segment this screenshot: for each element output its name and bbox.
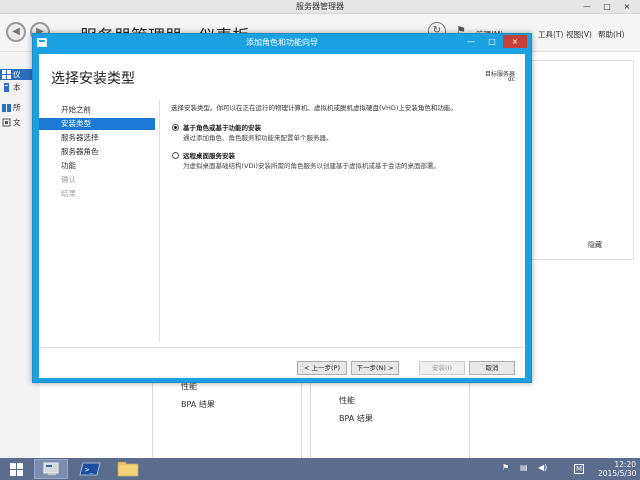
windows-logo-icon: [10, 463, 16, 469]
wizard-title: 添加角色和功能向导: [246, 38, 318, 47]
tile-performance[interactable]: 性能: [339, 395, 355, 406]
tile-bpa-results[interactable]: BPA 结果: [339, 413, 373, 424]
taskbar-clock[interactable]: 12:20 2015/5/30: [598, 460, 640, 478]
menu-view[interactable]: 视图(V): [566, 29, 592, 40]
sidebar-item-label: 本: [13, 83, 21, 92]
ime-icon[interactable]: M: [574, 464, 585, 474]
cancel-button[interactable]: 取消: [469, 361, 515, 375]
role-based-radio[interactable]: [172, 124, 179, 131]
wizard-titlebar: 添加角色和功能向导 — □ ×: [33, 34, 531, 52]
step-confirmation: 确认: [61, 175, 76, 184]
windows-logo-tile: [17, 470, 23, 476]
sidebar-item-label: 仪: [13, 70, 21, 79]
step-server-selection[interactable]: 服务器选择: [39, 132, 155, 144]
back-button[interactable]: ◀: [6, 22, 26, 42]
footer-divider: [39, 347, 525, 348]
sidebar-item-label: 所: [13, 103, 21, 112]
sidebar-item-label: 文: [13, 118, 21, 127]
close-icon[interactable]: ×: [503, 35, 527, 48]
previous-button[interactable]: < 上一步(P): [297, 361, 347, 375]
dashboard-icon: [2, 70, 11, 79]
close-icon[interactable]: ×: [618, 0, 636, 13]
menu-help[interactable]: 帮助(H): [598, 29, 625, 40]
add-roles-wizard-dialog: 添加角色和功能向导 — □ × 选择安装类型 目标服务器 dc 开始之前 安装类…: [32, 33, 532, 383]
step-before-you-begin[interactable]: 开始之前: [39, 104, 155, 116]
taskbar-powershell[interactable]: >_: [74, 459, 108, 479]
windows-logo-tile: [17, 463, 23, 469]
tile-bpa-results[interactable]: BPA 结果: [181, 399, 215, 410]
maximize-icon[interactable]: □: [482, 35, 502, 48]
svg-text:>_: >_: [85, 466, 94, 474]
hide-link[interactable]: 隐藏: [588, 240, 602, 250]
remote-desktop-option-description: 为虚拟桌面基础结构(VDI)安装所需的角色服务以创建基于虚拟机或基于会话的桌面部…: [183, 162, 440, 170]
server-manager-icon: [43, 462, 59, 475]
step-features[interactable]: 功能: [39, 160, 155, 172]
step-server-roles[interactable]: 服务器角色: [39, 146, 155, 158]
file-services-icon: [2, 118, 11, 127]
start-button[interactable]: [0, 459, 34, 479]
install-button: 安装(I): [419, 361, 465, 375]
folder-icon: [117, 462, 139, 477]
local-server-icon: [4, 83, 9, 92]
role-based-option-title[interactable]: 基于角色或基于功能的安装: [183, 122, 261, 132]
wizard-body: 选择安装类型 目标服务器 dc 开始之前 安装类型 服务器选择 服务器角色 功能…: [39, 54, 525, 378]
server-manager-title: 服务器管理器: [296, 2, 344, 11]
taskbar-file-explorer[interactable]: [112, 459, 146, 479]
minimize-icon[interactable]: —: [461, 35, 481, 48]
page-title: 选择安装类型: [51, 71, 135, 87]
menu-tools[interactable]: 工具(T): [538, 29, 563, 40]
maximize-icon[interactable]: □: [598, 0, 616, 13]
all-servers-icon: [2, 104, 11, 112]
windows-logo-tile: [10, 470, 16, 476]
server-manager-titlebar: 服务器管理器 — □ ×: [0, 0, 640, 14]
clock-time: 12:20: [614, 460, 636, 469]
clock-date: 2015/5/30: [598, 469, 637, 478]
taskbar-server-manager[interactable]: [34, 459, 68, 479]
next-button[interactable]: 下一步(N) >: [351, 361, 399, 375]
step-results: 结果: [61, 189, 76, 198]
network-icon[interactable]: ▤: [520, 463, 528, 472]
destination-server-name: dc: [507, 76, 515, 83]
volume-icon[interactable]: ◀): [538, 463, 547, 472]
powershell-icon: >_: [79, 462, 101, 476]
taskbar: >_ ⚑ ▤ ◀) M 12:20 2015/5/30: [0, 458, 640, 480]
welcome-panel: [528, 60, 634, 260]
remote-desktop-radio[interactable]: [172, 152, 179, 159]
nav-divider: [159, 100, 160, 342]
flag-icon[interactable]: ⚑: [502, 463, 509, 472]
installation-type-description: 选择安装类型。你可以在正在运行的物理计算机、虚拟机或脱机虚拟硬盘(VHD)上安装…: [171, 104, 457, 112]
remote-desktop-option-title[interactable]: 远程桌面服务安装: [183, 150, 235, 160]
role-based-option-description: 通过添加角色、角色服务和功能来配置单个服务器。: [183, 134, 333, 142]
step-installation-type[interactable]: 安装类型: [39, 118, 155, 130]
minimize-icon[interactable]: —: [578, 0, 596, 13]
